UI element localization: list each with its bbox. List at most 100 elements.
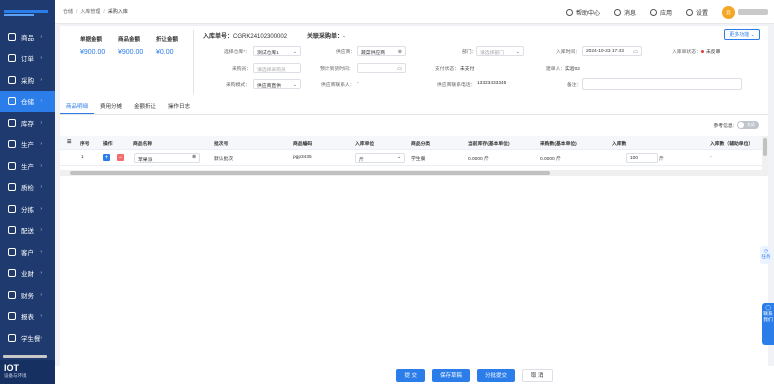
table-vertical-scrollbar[interactable] (762, 136, 768, 176)
col-code: 商品编码 (293, 142, 313, 147)
brand-footer: IOT 设备与环境 (0, 360, 55, 384)
supplier-label: 供应商： (336, 50, 356, 55)
main-content: 单据金额 ¥900.00 商品金额 ¥900.00 折让金额 ¥0.00 入库单号：C… (60, 26, 768, 366)
sidebar-item-student-meal[interactable]: 学生餐 › (0, 327, 55, 349)
amount-summary: 单据金额 ¥900.00 商品金额 ¥900.00 折让金额 ¥0.00 (80, 35, 182, 56)
contact-us-float-button[interactable]: ◯ 联系我们 (762, 303, 774, 345)
sidebar-item-business-finance[interactable]: 业财 › (0, 263, 55, 285)
sidebar-item-qc[interactable]: 质检 › (0, 177, 55, 199)
col-name[interactable]: 商品名称 (133, 140, 152, 147)
order-number: 入库单号：CGRK24102300002 (203, 34, 288, 40)
column-settings-icon[interactable]: ☰ (67, 140, 71, 145)
task-float-button[interactable]: ◷ 任务 (760, 246, 772, 264)
expected-arrival-picker[interactable]: ▭ (357, 63, 406, 73)
unit-select[interactable]: 斤 ⌄ (355, 152, 405, 163)
warehouse-icon (8, 97, 16, 106)
chevron-right-icon: › (40, 141, 42, 148)
status-label: 入库单状态： (672, 50, 701, 55)
avatar: 云 (722, 5, 735, 19)
sidebar-item-sorting[interactable]: 分拣 › (0, 198, 55, 220)
help-center-button[interactable]: 帮助中心 (565, 8, 600, 17)
reports-icon (8, 312, 16, 321)
warehouse-select[interactable]: 测试仓库1 ⌄ (253, 46, 301, 56)
clear-icon[interactable]: ⊗ (398, 49, 402, 55)
chevron-right-icon: › (40, 162, 42, 169)
sidebar-item-production[interactable]: 生产 › (0, 134, 55, 156)
doc-amount-label: 单据金额 (80, 37, 103, 43)
inventory-icon (8, 118, 16, 127)
breadcrumb-inbound[interactable]: 入库管理 (80, 8, 100, 15)
brand-subtitle: 设备与环境 (4, 373, 27, 378)
buyer-select[interactable]: 请选择采购员 (253, 63, 301, 73)
breadcrumb-warehouse[interactable]: 仓储 (63, 8, 73, 15)
sidebar-item-delivery[interactable]: 配送 › (0, 220, 55, 242)
submit-button[interactable]: 提 交 (396, 368, 425, 382)
clear-icon[interactable]: ⊗ (192, 155, 196, 160)
row-qty-unit: 斤 (659, 157, 664, 162)
cancel-button[interactable]: 取 消 (522, 368, 553, 382)
sidebar-item-orders[interactable]: 订单 › (0, 48, 55, 70)
discount-label: 折让金额 (156, 37, 179, 43)
add-row-icon[interactable]: + (103, 154, 110, 161)
divider (193, 30, 194, 94)
sidebar-scrollbar[interactable] (3, 355, 47, 358)
chevron-right-icon: › (40, 55, 42, 62)
tab-operation-log[interactable]: 操作日志 (162, 99, 196, 114)
expected-arrival-label: 预计到货时间： (320, 67, 354, 72)
student-meal-icon (8, 333, 16, 342)
row-category: 学生餐 (411, 157, 426, 162)
chevron-right-icon: › (40, 76, 42, 83)
tab-goods-detail[interactable]: 商品明细 (60, 99, 95, 114)
chevron-down-icon: ⌄ (396, 155, 401, 160)
chevron-right-icon: › (40, 205, 42, 212)
reference-info-switch[interactable]: 关闭 (737, 121, 759, 129)
messages-button[interactable]: 消息 (613, 8, 636, 17)
col-category: 商品分类 (411, 142, 431, 147)
user-menu[interactable]: 云 (722, 5, 768, 19)
sidebar-item-reports[interactable]: 报表 › (0, 306, 55, 328)
goods-amount-value: ¥900.00 (118, 49, 144, 56)
goods-icon (8, 32, 16, 41)
breadcrumb-current: 采购入库 (107, 9, 128, 15)
col-purchase: 采购数(基本单位) (540, 142, 577, 147)
related-purchase-order: 关联采购单：- (307, 34, 346, 40)
chevron-right-icon: › (40, 248, 42, 255)
gear-icon (685, 8, 693, 16)
more-actions-button[interactable]: 更多功能 ⌄ (724, 29, 760, 40)
supplier-field[interactable]: 蔬菜供应商 ⊗ (357, 46, 406, 56)
qc-icon (8, 183, 16, 192)
pay-status-label: 支付状态： (435, 67, 459, 72)
table-horizontal-scrollbar[interactable] (60, 170, 768, 176)
purchase-mode-select[interactable]: 供应商直供 ⌄ (253, 79, 301, 89)
chevron-right-icon: › (40, 33, 42, 40)
settings-button[interactable]: 设置 (685, 8, 708, 17)
production-icon (8, 161, 16, 170)
sidebar-item-customer[interactable]: 客户 › (0, 241, 55, 263)
sidebar-item-inventory[interactable]: 库存 › (0, 112, 55, 134)
delete-row-icon[interactable]: − (117, 154, 124, 161)
goods-name-input[interactable]: 苹果派 ⊗ (134, 152, 200, 163)
remark-input[interactable] (582, 78, 742, 90)
discount-value: ¥0.00 (156, 49, 174, 56)
sidebar-item-goods[interactable]: 商品 › (0, 26, 55, 48)
bell-icon (613, 8, 621, 16)
tab-amount-discount[interactable]: 金额折让 (128, 99, 162, 114)
apps-button[interactable]: 应用 (649, 8, 672, 17)
apps-icon (649, 8, 657, 16)
buyer-label: 采购员： (232, 67, 252, 72)
breadcrumb-separator: / (103, 8, 105, 15)
chevron-right-icon: › (40, 184, 42, 191)
save-draft-button[interactable]: 保存草稿 (431, 368, 470, 382)
sidebar-item-production-2[interactable]: 生产 › (0, 155, 55, 177)
sidebar-item-finance[interactable]: 财务 › (0, 284, 55, 306)
sidebar-item-warehouse[interactable]: 仓储 › (0, 90, 55, 112)
chevron-right-icon: › (40, 119, 42, 126)
tab-cost-allocation[interactable]: 费用分摊 (94, 99, 128, 114)
top-bar: 仓储 / 入库管理 / 采购入库 帮助中心 消息 应用 设置 云 (55, 0, 774, 24)
dept-select[interactable]: 请选择部门 ⌄ (476, 46, 524, 56)
col-unit: 入库单位 (355, 142, 375, 147)
sidebar-item-purchase[interactable]: 采购 › (0, 69, 55, 91)
inbound-time-picker[interactable]: 2024-10-23 17:43 ▭ (582, 46, 642, 56)
batch-submit-button[interactable]: 分批提交 (477, 368, 516, 382)
inbound-qty-input[interactable]: 100 (626, 152, 658, 163)
